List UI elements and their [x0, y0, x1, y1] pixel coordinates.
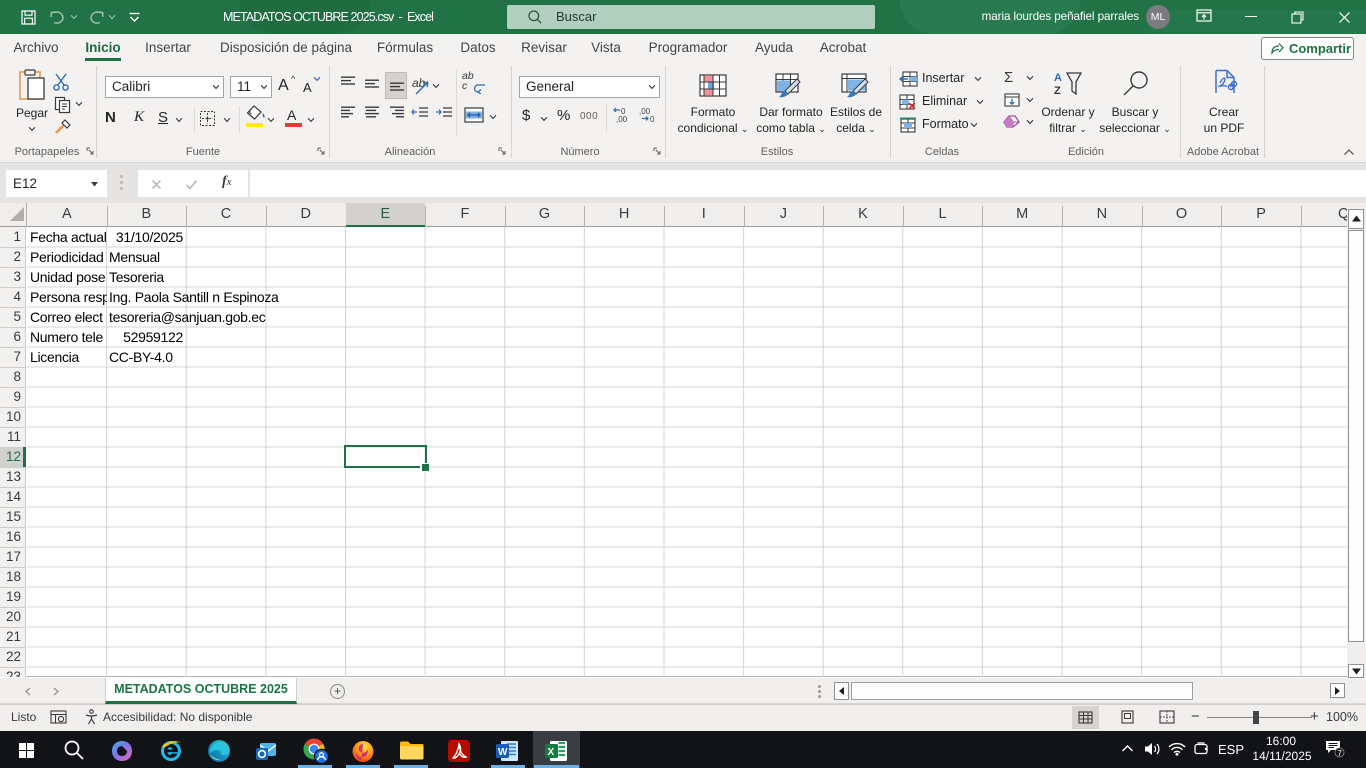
svg-text:X: X — [548, 747, 555, 758]
svg-text:A: A — [1054, 72, 1062, 84]
svg-text:Z: Z — [1054, 85, 1061, 97]
svg-text:0: 0 — [650, 115, 655, 124]
svg-text:7: 7 — [1337, 748, 1342, 758]
svg-text:,00: ,00 — [616, 115, 628, 124]
svg-text:W: W — [498, 747, 508, 758]
svg-text:,00: ,00 — [639, 107, 651, 116]
